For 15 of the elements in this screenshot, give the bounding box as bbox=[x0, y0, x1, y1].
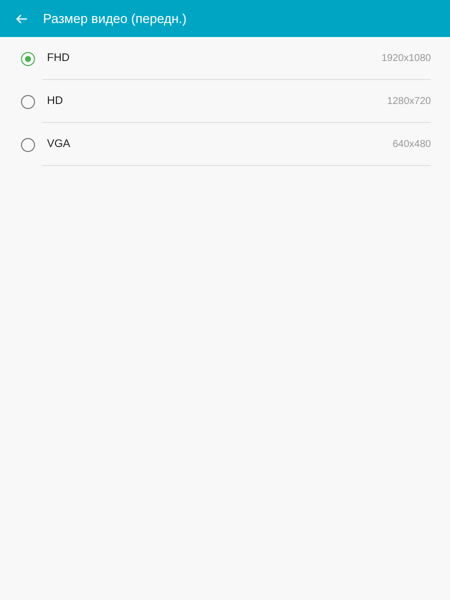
screen-title: Размер видео (передн.) bbox=[43, 10, 187, 28]
resolution-option[interactable]: HD 1280x720 bbox=[0, 80, 450, 123]
option-label: VGA bbox=[47, 136, 72, 152]
resolution-value: 1920x1080 bbox=[382, 52, 431, 66]
resolution-option[interactable]: FHD 1920x1080 bbox=[0, 37, 450, 80]
option-label: FHD bbox=[47, 50, 71, 66]
radio-button[interactable] bbox=[21, 94, 35, 108]
radio-button[interactable] bbox=[21, 52, 35, 66]
resolution-option[interactable]: VGA 640x480 bbox=[0, 123, 450, 166]
resolution-value: 1280x720 bbox=[387, 94, 431, 108]
option-label: HD bbox=[47, 94, 64, 109]
back-icon bbox=[16, 14, 28, 24]
radio-button[interactable] bbox=[21, 138, 35, 152]
resolution-value: 640x480 bbox=[392, 138, 431, 152]
back-button[interactable] bbox=[15, 12, 29, 26]
